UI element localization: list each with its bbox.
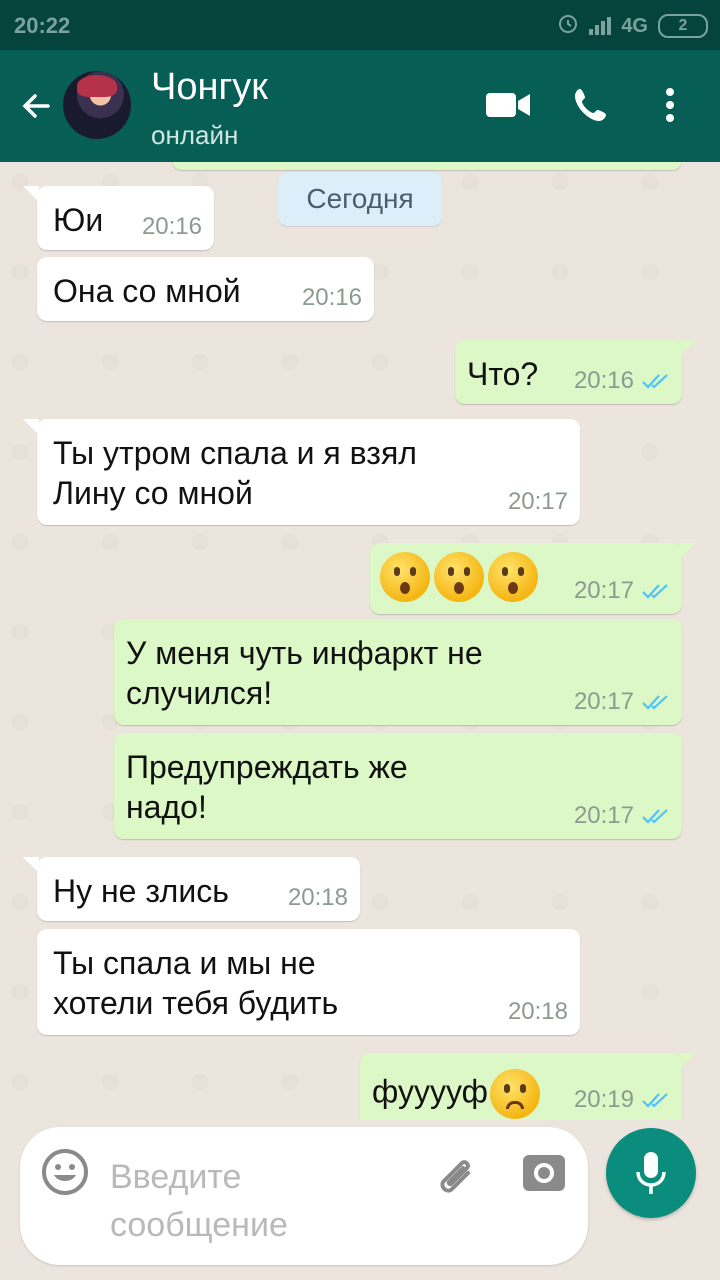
alarm-icon <box>557 12 579 40</box>
signal-icon <box>589 17 612 35</box>
message-text-line: Предупреждать же <box>126 749 408 785</box>
network-type: 4G <box>621 14 648 37</box>
chat-area[interactable]: Сегодня Юи 20:16 Она со мной 20:16 Что? … <box>0 162 720 1120</box>
message-outgoing[interactable]: Что? 20:16 <box>455 340 696 404</box>
avatar[interactable] <box>63 71 131 139</box>
message-text: Юи <box>53 202 104 238</box>
message-composer[interactable]: Введите сообщение <box>20 1127 588 1265</box>
message-text-line: надо! <box>126 789 207 825</box>
message-time: 20:18 <box>287 884 348 911</box>
status-bar: 20:22 4G 2 <box>0 0 720 50</box>
message-outgoing[interactable]: фууууф 20:19 <box>360 1053 696 1120</box>
hushed-face-icon <box>488 552 538 602</box>
emoji-group <box>380 552 542 602</box>
message-time: 20:16 <box>141 213 202 240</box>
message-incoming[interactable]: Ты спала и мы не хотели тебя будить 20:1… <box>37 929 580 1035</box>
previous-message-bubble <box>172 162 682 170</box>
presence-status: онлайн <box>151 120 239 150</box>
message-time: 20:17 <box>573 577 634 604</box>
message-text-line: У меня чуть инфаркт не <box>126 635 483 671</box>
battery-icon: 2 <box>658 14 708 38</box>
message-input[interactable]: Введите сообщение <box>110 1153 410 1249</box>
read-ticks-icon <box>642 809 668 824</box>
chat-header: Чонгук онлайн <box>0 50 720 162</box>
message-time: 20:19 <box>573 1086 634 1113</box>
message-time: 20:17 <box>507 488 568 515</box>
message-text: Она со мной <box>53 273 241 309</box>
read-ticks-icon <box>642 584 668 599</box>
message-outgoing[interactable]: Предупреждать же надо! 20:17 <box>114 733 682 839</box>
message-time: 20:17 <box>573 688 634 715</box>
video-call-icon[interactable] <box>484 82 532 128</box>
back-arrow-icon[interactable] <box>18 88 54 124</box>
more-options-icon[interactable] <box>658 82 682 128</box>
message-outgoing[interactable]: У меня чуть инфаркт не случился! 20:17 <box>114 619 682 725</box>
message-incoming[interactable]: Юи 20:16 <box>23 186 214 250</box>
message-text-line: случился! <box>126 675 273 711</box>
message-incoming[interactable]: Она со мной 20:16 <box>37 257 374 321</box>
contact-name[interactable]: Чонгук <box>151 66 268 109</box>
message-text: фууууф <box>372 1073 488 1110</box>
message-incoming[interactable]: Ты утром спала и я взял Лину со мной 20:… <box>23 419 580 525</box>
phone-icon[interactable] <box>570 82 612 128</box>
message-text-line: Ты спала и мы не <box>53 945 316 981</box>
message-time: 20:16 <box>573 367 634 394</box>
hushed-face-icon <box>434 552 484 602</box>
message-time: 20:18 <box>507 998 568 1025</box>
camera-icon[interactable] <box>520 1151 568 1200</box>
message-time: 20:17 <box>573 802 634 829</box>
read-ticks-icon <box>642 695 668 710</box>
message-text-line: хотели тебя будить <box>53 985 339 1021</box>
message-text: Ну не злись <box>53 873 229 909</box>
read-ticks-icon <box>642 1093 668 1108</box>
voice-message-button[interactable] <box>606 1128 696 1218</box>
disappointed-face-icon <box>489 1069 540 1119</box>
hushed-face-icon <box>380 552 430 602</box>
message-time: 20:16 <box>301 284 362 311</box>
message-text-line: Лину со мной <box>53 475 253 511</box>
message-text-line: Ты утром спала и я взял <box>53 435 417 471</box>
message-incoming[interactable]: Ну не злись 20:18 <box>23 857 360 921</box>
message-outgoing[interactable]: 20:17 <box>370 543 696 614</box>
microphone-icon <box>634 1150 668 1203</box>
read-ticks-icon <box>642 374 668 389</box>
attach-icon[interactable] <box>430 1149 480 1204</box>
date-divider: Сегодня <box>278 172 442 226</box>
status-time: 20:22 <box>14 13 71 38</box>
message-text: Что? <box>467 356 539 392</box>
emoji-icon[interactable] <box>40 1147 90 1202</box>
